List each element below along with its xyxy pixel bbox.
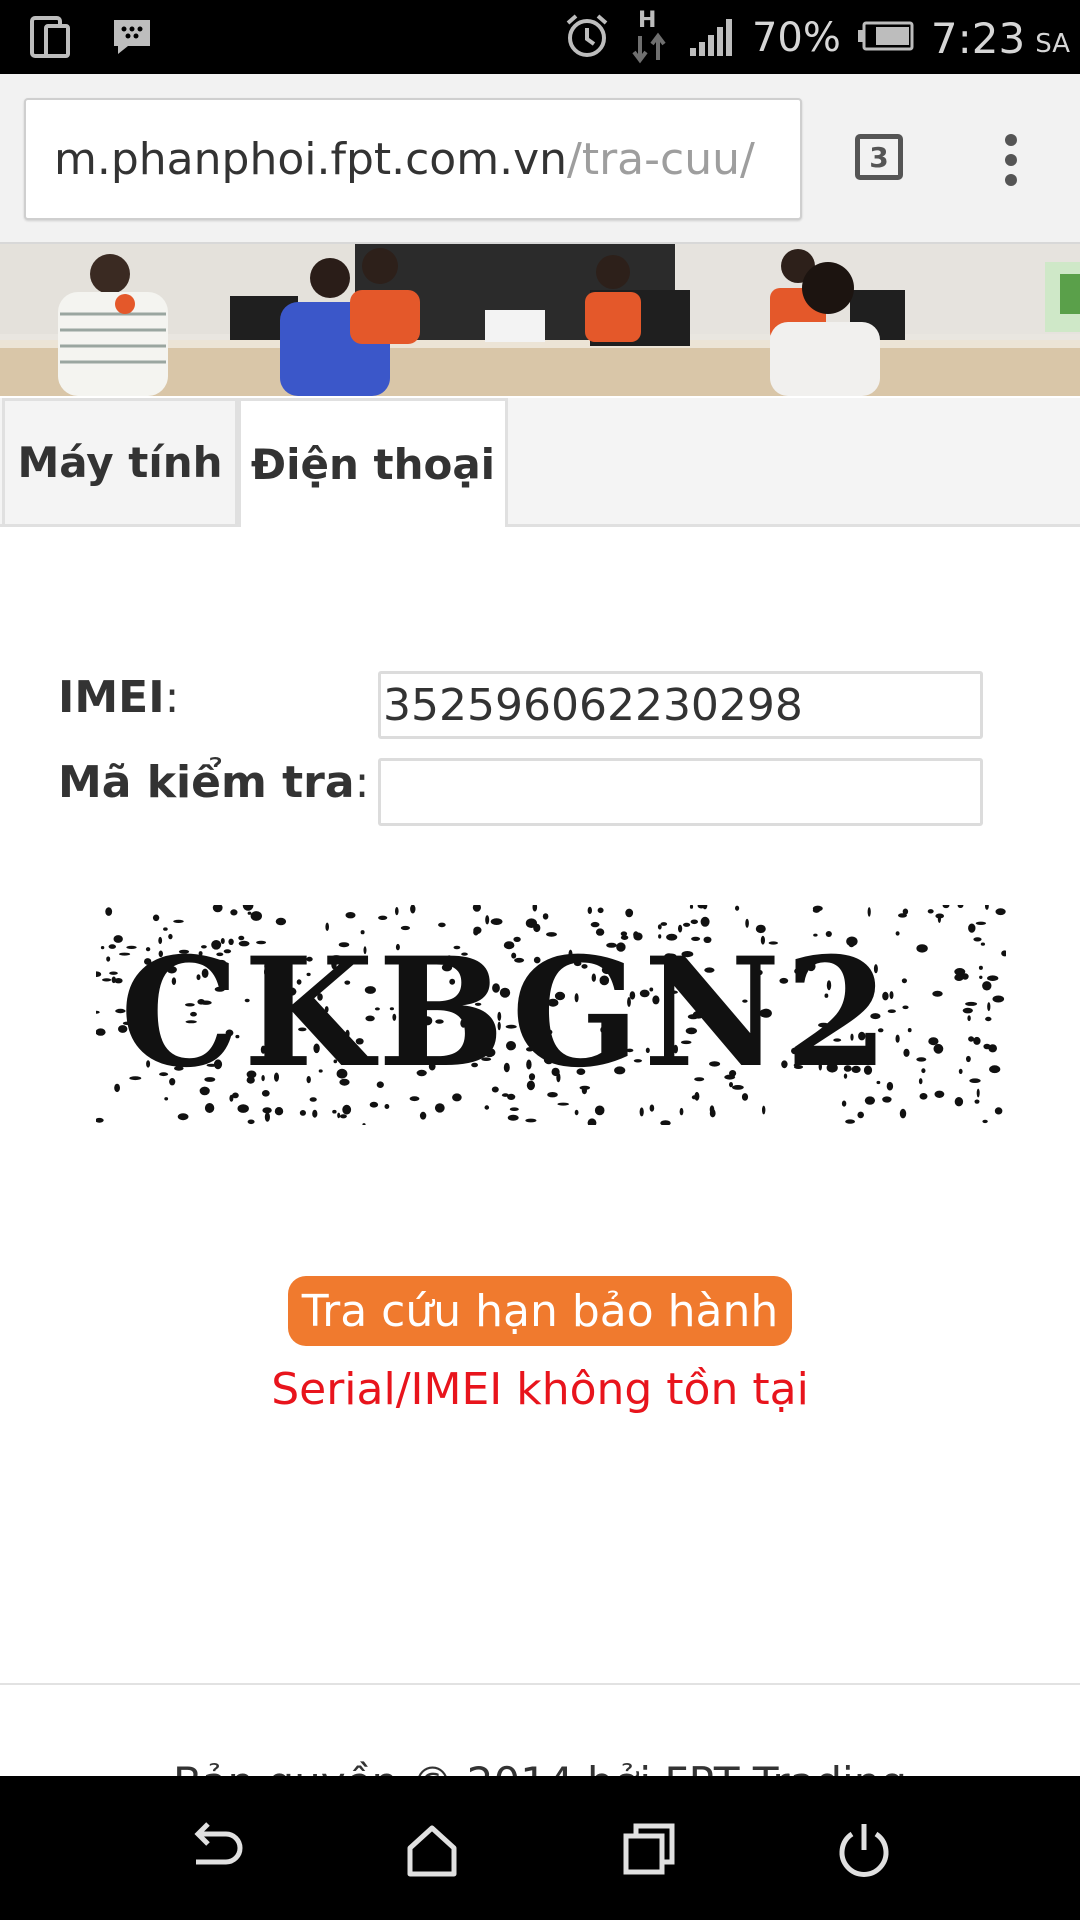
battery-icon (857, 20, 915, 57)
signal-icon (688, 16, 736, 61)
error-message: Serial/IMEI không tồn tại (271, 1364, 809, 1415)
verification-code-label: Mã kiểm tra: (58, 757, 370, 808)
tab-label: Máy tính (17, 438, 223, 487)
store-banner-image (0, 244, 1080, 396)
battery-percentage: 70% (751, 15, 841, 61)
home-icon[interactable] (400, 1818, 464, 1882)
clock-time: 7:23 (930, 13, 1026, 63)
verification-code-input[interactable] (378, 758, 983, 826)
captcha-text: CKBGN2 (120, 925, 893, 1101)
tab-switcher-button[interactable]: 3 (855, 134, 903, 180)
footer-divider (0, 1683, 1080, 1685)
overflow-menu-icon[interactable] (1000, 134, 1022, 190)
tab-may-tinh[interactable]: Máy tính (2, 398, 238, 524)
system-navigation-bar (0, 1776, 1080, 1920)
browser-toolbar: m.phanphoi.fpt.com.vn/tra-cuu/ 3 (0, 74, 1080, 244)
tab-count: 3 (869, 140, 889, 174)
blackberry-messenger-icon (110, 14, 154, 63)
imei-label: IMEI: (58, 672, 180, 723)
warranty-lookup-button[interactable]: Tra cứu hạn bảo hành (288, 1276, 792, 1346)
category-tabs: Máy tính Điện thoại (0, 398, 1080, 527)
tablet-icon (30, 14, 72, 63)
tab-dien-thoai[interactable]: Điện thoại (238, 398, 508, 527)
back-icon[interactable] (184, 1818, 248, 1882)
address-bar[interactable]: m.phanphoi.fpt.com.vn/tra-cuu/ (24, 98, 802, 220)
status-bar: H 70% 7:23 SA (0, 0, 1080, 74)
alarm-icon (562, 11, 612, 66)
captcha-image: CKBGN2 (91, 900, 1008, 1128)
recent-apps-icon[interactable] (616, 1818, 680, 1882)
clock-ampm: SA (1035, 29, 1070, 59)
url-path: /tra-cuu/ (567, 134, 755, 185)
data-arrows-icon: H (628, 8, 672, 66)
tab-label: Điện thoại (250, 439, 496, 489)
url-domain: m.phanphoi.fpt.com.vn (54, 134, 568, 185)
warranty-lookup-button-label: Tra cứu hạn bảo hành (301, 1285, 779, 1337)
network-type-label: H (637, 8, 657, 33)
power-icon[interactable] (832, 1818, 896, 1882)
url-text: m.phanphoi.fpt.com.vn/tra-cuu/ (54, 134, 755, 185)
imei-input[interactable] (378, 671, 983, 739)
